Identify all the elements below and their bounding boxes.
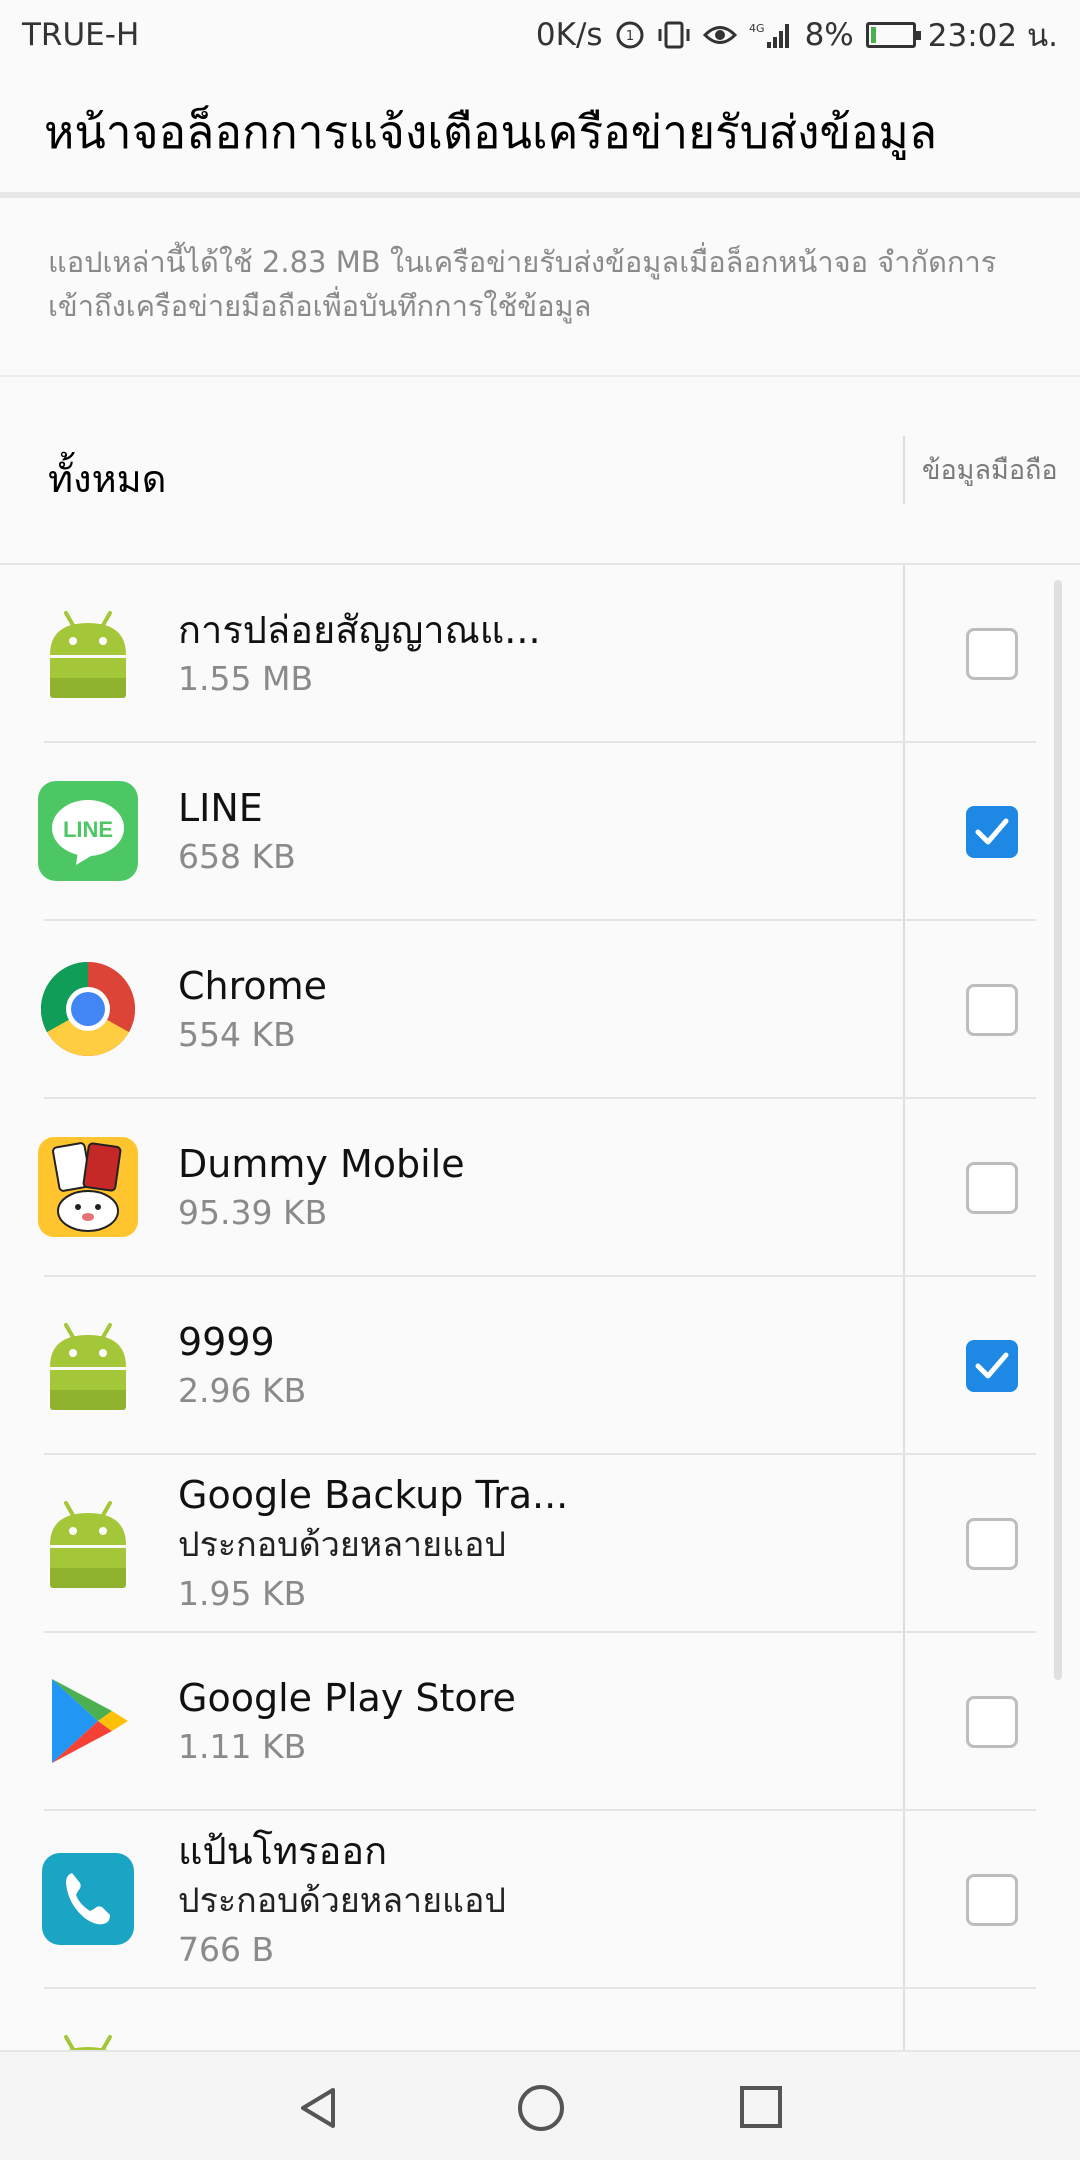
status-bar: TRUE-H 0K/s 1 4G 8% 23:02 น. <box>0 0 1080 70</box>
navigation-bar <box>0 2050 1080 2160</box>
app-data-size: 95.39 KB <box>178 1193 328 1232</box>
app-info: แป้นโทรออกประกอบด้วยหลายแอป 766 B <box>178 1811 878 1989</box>
home-icon[interactable] <box>515 2082 567 2138</box>
mobile-data-checkbox[interactable] <box>966 984 1018 1036</box>
app-info: Chrome 554 KB <box>178 921 878 1099</box>
network-type: 4G <box>749 22 765 35</box>
app-info: Google Backup Tra... ประกอบด้วยหลายแอป 1.9… <box>178 1455 878 1633</box>
app-name: 9999 <box>178 1320 275 1364</box>
list-item[interactable]: แป้นโทรออกประกอบด้วยหลายแอป 766 B <box>0 1811 1080 1989</box>
list-item[interactable]: Chrome 554 KB <box>0 921 1080 1099</box>
line-icon: LINE <box>38 781 138 881</box>
page-title: หน้าจอล็อกการแจ้งเตือนเครือข่ายรับส่งข้อ… <box>44 104 938 159</box>
app-name: Google Backup Tra... <box>178 1473 569 1517</box>
battery-percent: 8% <box>804 17 854 53</box>
app-info: 9999 2.96 KB <box>178 1277 878 1455</box>
list-item[interactable]: Dummy Mobile 95.39 KB <box>0 1099 1080 1277</box>
signal-icon: 4G <box>749 20 793 50</box>
column-divider <box>903 436 905 504</box>
battery-icon <box>865 22 921 48</box>
app-info: การปล่อยสัญญาณแ... 1.55 MB <box>178 565 878 743</box>
list-item[interactable]: 9999 2.96 KB <box>0 1277 1080 1455</box>
list-item[interactable]: LINE LINE 658 KB <box>0 743 1080 921</box>
list-item[interactable]: ระบบปฏิบัติการของ... <box>0 1989 1080 2050</box>
app-data-size: 1.95 KB <box>178 1574 307 1613</box>
app-data-size: 658 KB <box>178 837 296 876</box>
mobile-data-checkbox[interactable] <box>966 1340 1018 1392</box>
app-subtitle: ประกอบด้วยหลายแอป <box>178 1881 506 1921</box>
app-subtitle: ประกอบด้วยหลายแอป <box>178 1525 506 1565</box>
app-data-size: 1.55 MB <box>178 659 314 698</box>
app-name: Dummy Mobile <box>178 1142 465 1186</box>
play-store-icon <box>38 1671 138 1771</box>
app-name: Chrome <box>178 964 328 1008</box>
list-item[interactable]: การปล่อยสัญญาณแ... 1.55 MB <box>0 565 1080 743</box>
app-name: Google Play Store <box>178 1676 516 1720</box>
divider <box>0 375 1080 377</box>
svg-text:LINE: LINE <box>63 817 113 842</box>
mobile-data-column-label: ข้อมูลมือถือ <box>922 455 1058 486</box>
app-info: Dummy Mobile 95.39 KB <box>178 1099 878 1277</box>
app-name: การปล่อยสัญญาณแ... <box>178 608 541 652</box>
chrome-icon <box>38 959 138 1059</box>
clock: 23:02 น. <box>927 18 1058 54</box>
eye-comfort-icon <box>702 22 737 48</box>
header-divider <box>0 192 1080 198</box>
recents-icon[interactable] <box>738 2084 784 2134</box>
mobile-data-checkbox[interactable] <box>966 628 1018 680</box>
mobile-data-checkbox[interactable] <box>966 806 1018 858</box>
net-speed: 0K/s <box>535 17 603 53</box>
check-icon <box>975 818 1009 845</box>
app-list[interactable]: การปล่อยสัญญาณแ... 1.55 MB LINE LINE 658 KB C… <box>0 565 1080 2050</box>
svg-text:1: 1 <box>625 29 633 44</box>
app-data-size: 554 KB <box>178 1015 296 1054</box>
scrollbar[interactable] <box>1054 580 1062 1680</box>
mobile-data-checkbox[interactable] <box>966 1874 1018 1926</box>
app-info: LINE 658 KB <box>178 743 878 921</box>
column-header: ทั้งหมด ข้อมูลมือถือ <box>0 378 1080 563</box>
app-info: Google Play Store 1.11 KB <box>178 1633 878 1811</box>
carrier-label: TRUE-H <box>22 17 140 53</box>
data-saver-icon: 1 <box>615 20 645 50</box>
all-apps-label: ทั้งหมด <box>48 457 167 501</box>
check-icon <box>975 1352 1009 1379</box>
back-icon[interactable] <box>295 2084 343 2136</box>
mobile-data-checkbox[interactable] <box>966 1696 1018 1748</box>
app-data-size: 766 B <box>178 1930 275 1969</box>
list-item[interactable]: Google Backup Tra... ประกอบด้วยหลายแอป 1.9… <box>0 1455 1080 1633</box>
android-icon <box>38 1315 138 1415</box>
list-item[interactable]: Google Play Store 1.11 KB <box>0 1633 1080 1811</box>
app-data-size: 1.11 KB <box>178 1727 307 1766</box>
app-info: ระบบปฏิบัติการของ... <box>178 1989 878 2050</box>
mobile-data-checkbox[interactable] <box>966 1518 1018 1570</box>
phone-icon <box>38 1849 138 1949</box>
dummy-mobile-icon <box>38 1137 138 1237</box>
app-name: LINE <box>178 786 263 830</box>
android-icon <box>38 1493 138 1593</box>
vibrate-icon <box>657 20 691 50</box>
app-data-size: 2.96 KB <box>178 1371 307 1410</box>
description-text: แอปเหล่านี้ได้ใช้ 2.83 MB ในเครือข่ายรับ… <box>48 245 997 323</box>
status-right: 0K/s 1 4G 8% 23:02 น. <box>536 10 1058 60</box>
android-icon <box>38 603 138 703</box>
mobile-data-checkbox[interactable] <box>966 1162 1018 1214</box>
app-name: แป้นโทรออก <box>178 1829 388 1873</box>
android-icon <box>38 2027 138 2050</box>
